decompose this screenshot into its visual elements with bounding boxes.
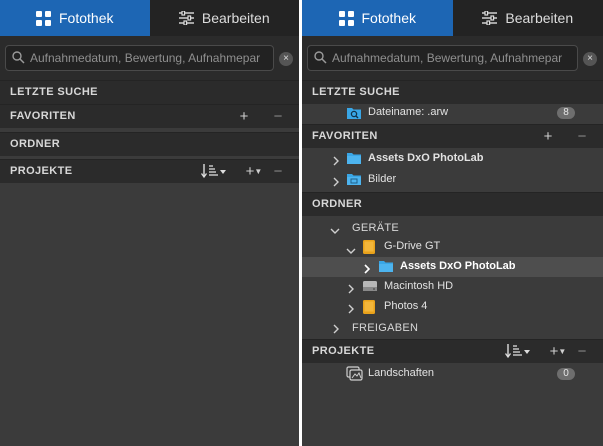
- search-icon: [12, 51, 25, 69]
- chevron-down-icon: ▼: [558, 347, 567, 356]
- remove-favorite-button[interactable]: −: [271, 109, 285, 125]
- folder-tree-item-label: Macintosh HD: [384, 280, 454, 292]
- sliders-icon: [482, 11, 498, 25]
- tab-edit[interactable]: Bearbeiten: [453, 0, 603, 36]
- remove-project-button[interactable]: −: [575, 344, 589, 360]
- section-folders-label: ORDNER: [10, 138, 61, 150]
- section-recent-search[interactable]: LETZTE SUCHE: [302, 80, 603, 104]
- search-icon: [314, 51, 327, 69]
- section-projects-label: PROJEKTE: [10, 165, 73, 177]
- section-recent-search-label: LETZTE SUCHE: [312, 86, 400, 98]
- add-project-button[interactable]: +▼: [243, 164, 265, 180]
- section-projects[interactable]: PROJEKTE +▼ −: [302, 339, 603, 363]
- search-box: [5, 45, 274, 71]
- folder-tree-item[interactable]: Macintosh HD: [302, 277, 603, 297]
- clear-search-icon[interactable]: ×: [279, 52, 293, 66]
- remove-favorite-button[interactable]: −: [575, 129, 589, 145]
- favorite-item[interactable]: Bilder: [302, 170, 603, 190]
- tab-bar: Fotothek Bearbeiten: [0, 0, 299, 36]
- tab-library[interactable]: Fotothek: [302, 0, 453, 36]
- chevron-right-icon: [332, 174, 340, 192]
- saved-search-icon: [346, 105, 362, 126]
- library-panel-right: Fotothek Bearbeiten × LETZTE SUCHE Datei…: [302, 0, 603, 446]
- sort-icon: [200, 164, 227, 183]
- sort-projects-button[interactable]: [504, 343, 531, 359]
- folder-icon: [378, 259, 394, 278]
- chevron-down-icon: ▼: [254, 167, 263, 176]
- favorite-item-label: Assets DxO PhotoLab: [368, 152, 484, 164]
- folder-tree-item[interactable]: Photos 4: [302, 297, 603, 317]
- sliders-icon: [178, 11, 194, 25]
- folder-tree-item-label: Assets DxO PhotoLab: [400, 260, 516, 272]
- section-projects[interactable]: PROJEKTE +▼ −: [0, 159, 299, 183]
- section-favorites[interactable]: FAVORITEN + −: [0, 104, 299, 128]
- recent-search-item-label: Dateiname: .arw: [368, 106, 449, 118]
- sort-icon: [504, 344, 531, 363]
- section-favorites-label: FAVORITEN: [312, 130, 378, 142]
- sort-projects-button[interactable]: [200, 163, 227, 179]
- tab-edit[interactable]: Bearbeiten: [150, 0, 300, 36]
- section-folders[interactable]: ORDNER: [0, 132, 299, 156]
- search-row: ×: [302, 36, 603, 80]
- folder-tree-item-label: Photos 4: [384, 300, 428, 312]
- folder-icon: [346, 151, 362, 170]
- section-recent-search-label: LETZTE SUCHE: [10, 86, 98, 98]
- tab-library-label: Fotothek: [59, 10, 114, 26]
- section-folders-label: ORDNER: [312, 198, 363, 210]
- grid-icon: [36, 10, 51, 26]
- library-panel-left: Fotothek Bearbeiten × LETZTE SUCHE FAVOR…: [0, 0, 299, 446]
- project-icon: [346, 366, 364, 387]
- search-input[interactable]: [332, 49, 575, 66]
- section-folders[interactable]: ORDNER: [302, 192, 603, 216]
- favorite-item-label: Bilder: [368, 173, 397, 185]
- add-project-button[interactable]: +▼: [547, 344, 569, 360]
- add-favorite-button[interactable]: +: [237, 109, 251, 125]
- add-favorite-button[interactable]: +: [541, 129, 555, 145]
- folder-tree-item[interactable]: G-Drive GT: [302, 237, 603, 257]
- section-projects-label: PROJEKTE: [312, 345, 375, 357]
- tab-library[interactable]: Fotothek: [0, 0, 150, 36]
- search-input[interactable]: [30, 49, 271, 66]
- chevron-right-icon: [332, 153, 340, 171]
- tab-bar: Fotothek Bearbeiten: [302, 0, 603, 36]
- pictures-folder-icon: [346, 172, 362, 191]
- count-badge: 0: [557, 368, 575, 380]
- tab-edit-label: Bearbeiten: [201, 10, 270, 26]
- hard-disk-icon: [362, 279, 378, 298]
- project-item-label: Landschaften: [368, 367, 435, 379]
- recent-search-item[interactable]: Dateiname: .arw 8: [302, 103, 603, 123]
- count-badge: 8: [557, 107, 575, 119]
- folder-tree-item-label: G-Drive GT: [384, 240, 441, 252]
- favorite-item[interactable]: Assets DxO PhotoLab: [302, 149, 603, 169]
- devices-label: GERÄTE: [352, 222, 400, 234]
- section-recent-search[interactable]: LETZTE SUCHE: [0, 80, 299, 104]
- devices-group[interactable]: GERÄTE: [302, 217, 603, 237]
- tab-library-label: Fotothek: [361, 10, 416, 26]
- shares-label: FREIGABEN: [352, 322, 419, 334]
- tab-edit-label: Bearbeiten: [505, 10, 574, 26]
- project-item[interactable]: Landschaften 0: [302, 364, 603, 384]
- folder-tree-item-selected[interactable]: Assets DxO PhotoLab: [302, 257, 603, 277]
- search-row: ×: [0, 36, 299, 80]
- section-favorites[interactable]: FAVORITEN + −: [302, 124, 603, 148]
- chevron-right-icon: [332, 321, 340, 339]
- search-box: [307, 45, 578, 71]
- clear-search-icon[interactable]: ×: [583, 52, 597, 66]
- grid-icon: [338, 10, 354, 26]
- shares-group[interactable]: FREIGABEN: [302, 317, 603, 337]
- remove-project-button[interactable]: −: [271, 164, 285, 180]
- section-favorites-label: FAVORITEN: [10, 110, 76, 122]
